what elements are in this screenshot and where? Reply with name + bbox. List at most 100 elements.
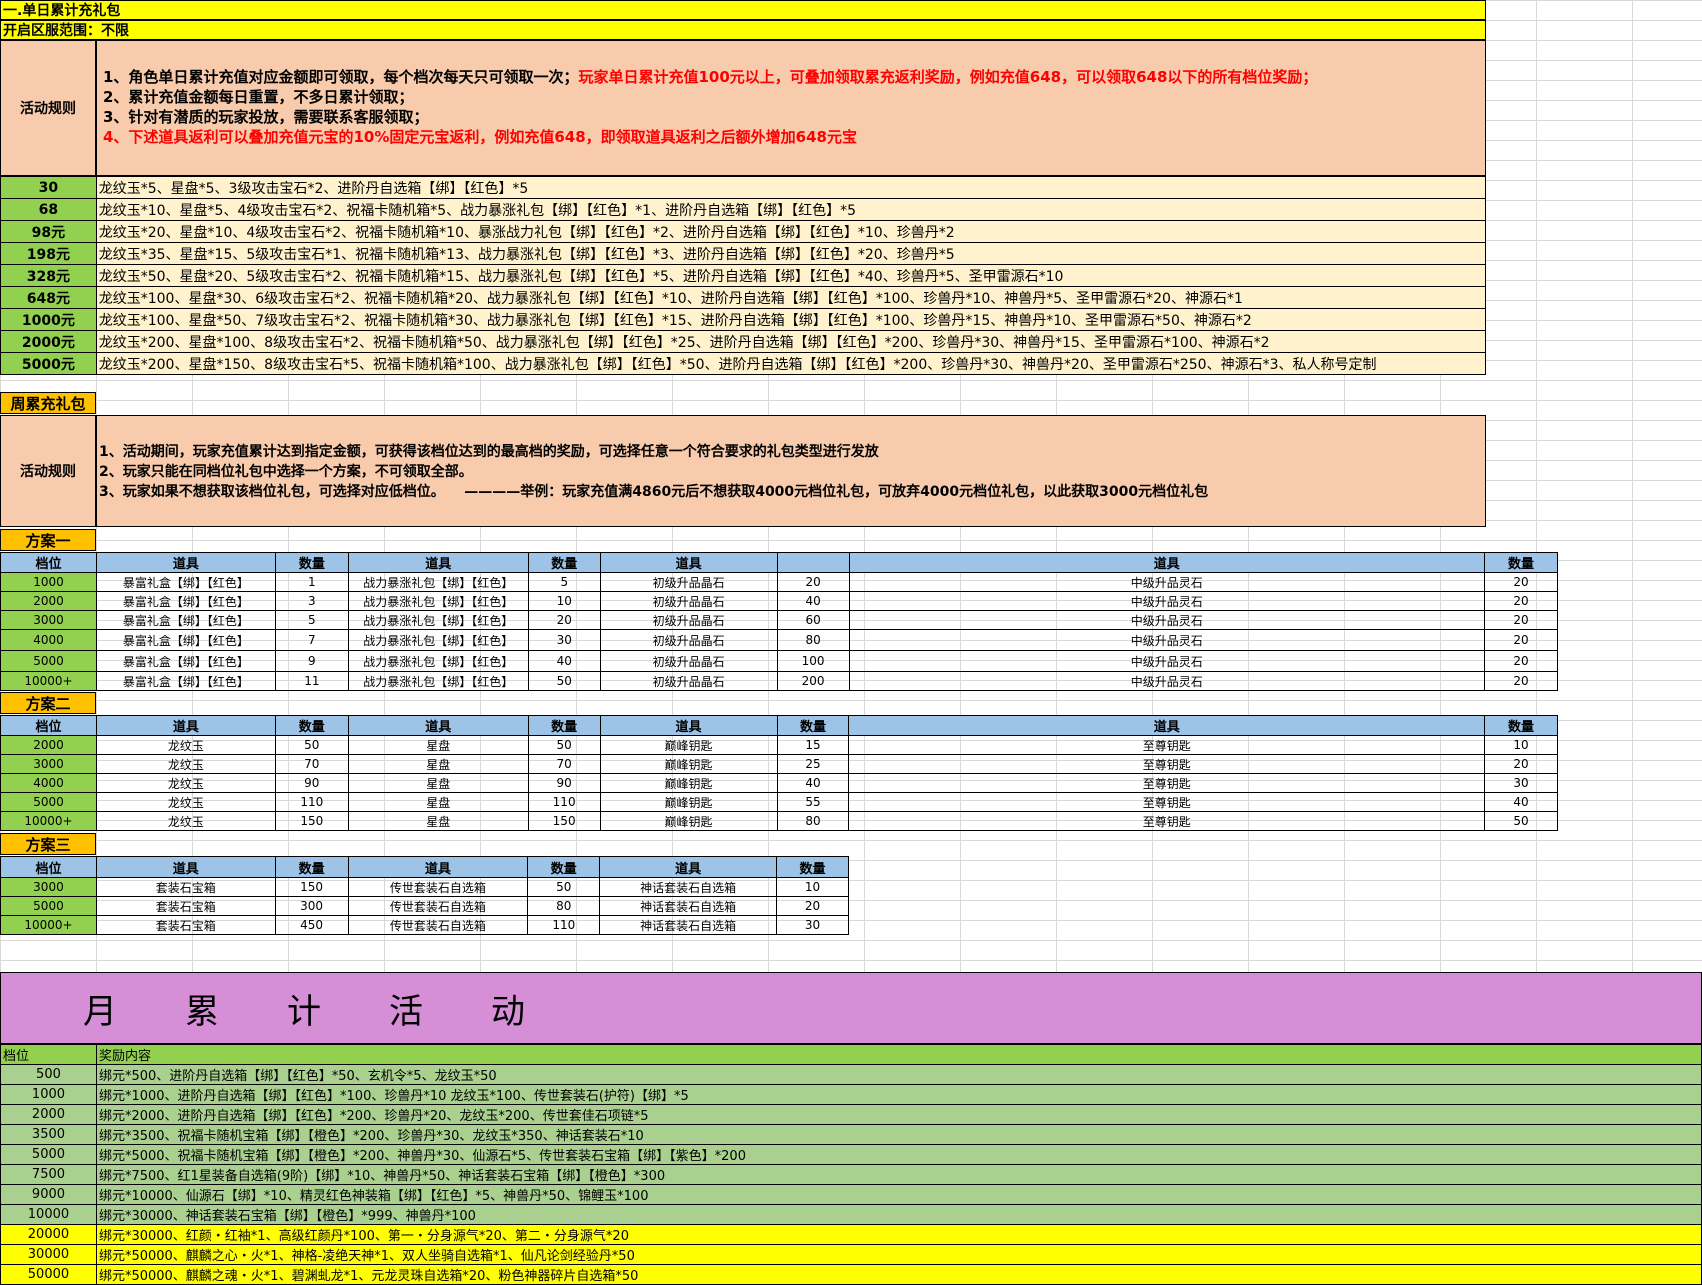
table-cell[interactable]: 110 <box>527 792 601 812</box>
tier-level[interactable]: 98元 <box>0 220 97 243</box>
table-cell[interactable]: 10 <box>1483 735 1559 755</box>
tier-level[interactable]: 5000元 <box>0 352 97 375</box>
month-reward[interactable]: 绑元*2000、进阶丹自选箱【绑】【红色】*200、珍兽丹*20、龙纹玉*200… <box>95 1104 1702 1125</box>
table-cell[interactable]: 50 <box>1483 811 1559 831</box>
tier-level[interactable]: 30 <box>0 176 97 199</box>
table-cell[interactable]: 套装石宝箱 <box>95 915 276 935</box>
table-cell[interactable]: 战力暴涨礼包【绑】【红色】 <box>347 572 529 592</box>
table-cell[interactable]: 100 <box>776 650 850 672</box>
table-cell[interactable]: 4000 <box>0 629 97 651</box>
table-cell[interactable]: 80 <box>776 629 850 651</box>
table-cell[interactable]: 套装石宝箱 <box>95 877 276 897</box>
table-cell[interactable]: 25 <box>776 754 850 774</box>
section1-title[interactable]: 一.单日累计充礼包 <box>0 0 1486 20</box>
tier-reward[interactable]: 龙纹玉*5、星盘*5、3级攻击宝石*2、进阶丹自选箱【绑】【红色】*5 <box>95 176 1487 199</box>
tier-level[interactable]: 648元 <box>0 286 97 309</box>
month-level[interactable]: 50000 <box>0 1264 97 1285</box>
table-cell[interactable]: 20 <box>1483 629 1559 651</box>
table-cell[interactable]: 中级升品灵石 <box>848 610 1485 630</box>
tier-reward[interactable]: 龙纹玉*10、星盘*5、4级攻击宝石*2、祝福卡随机箱*5、战力暴涨礼包【绑】【… <box>95 198 1487 221</box>
table-cell[interactable]: 1 <box>274 572 349 592</box>
table-cell[interactable]: 巅峰钥匙 <box>599 773 778 793</box>
table-cell[interactable]: 至尊钥匙 <box>848 735 1485 755</box>
table-cell[interactable]: 龙纹玉 <box>95 811 276 831</box>
table-cell[interactable]: 5000 <box>0 650 97 672</box>
table-cell[interactable]: 80 <box>776 811 850 831</box>
tier-level[interactable]: 68 <box>0 198 97 221</box>
table-cell[interactable]: 40 <box>1483 792 1559 812</box>
table-cell[interactable]: 至尊钥匙 <box>848 773 1485 793</box>
table-cell[interactable]: 10 <box>776 877 849 897</box>
table-cell[interactable]: 星盘 <box>347 792 529 812</box>
month-reward[interactable]: 绑元*1000、进阶丹自选箱【绑】【红色】*100、珍兽丹*10 龙纹玉*100… <box>95 1084 1702 1105</box>
table-cell[interactable]: 中级升品灵石 <box>848 629 1485 651</box>
table-cell[interactable]: 战力暴涨礼包【绑】【红色】 <box>347 629 529 651</box>
tier-level[interactable]: 2000元 <box>0 330 97 353</box>
table-cell[interactable]: 450 <box>274 915 349 935</box>
table-cell[interactable]: 传世套装石自选箱 <box>347 915 529 935</box>
table-cell[interactable]: 70 <box>527 754 601 774</box>
month-level[interactable]: 2000 <box>0 1104 97 1125</box>
table-cell[interactable]: 110 <box>527 915 601 935</box>
month-reward[interactable]: 绑元*5000、祝福卡随机宝箱【绑】【橙色】*200、神兽丹*30、仙源石*5、… <box>95 1144 1702 1165</box>
table-cell[interactable]: 15 <box>776 735 850 755</box>
table-cell[interactable]: 至尊钥匙 <box>848 811 1485 831</box>
table-cell[interactable]: 中级升品灵石 <box>848 572 1485 592</box>
table-cell[interactable]: 4000 <box>0 773 97 793</box>
table-cell[interactable]: 80 <box>527 896 601 916</box>
table-cell[interactable]: 5000 <box>0 896 97 916</box>
table-cell[interactable]: 30 <box>776 915 849 935</box>
table-cell[interactable]: 20 <box>1483 754 1559 774</box>
table-cell[interactable]: 星盘 <box>347 735 529 755</box>
table-cell[interactable]: 初级升品晶石 <box>599 610 778 630</box>
table-cell[interactable]: 3000 <box>0 610 97 630</box>
month-reward[interactable]: 绑元*50000、麒麟之心・火*1、神格-凌绝天神*1、双人坐骑自选箱*1、仙凡… <box>95 1244 1702 1265</box>
table-cell[interactable]: 20 <box>1483 671 1559 691</box>
table-cell[interactable]: 战力暴涨礼包【绑】【红色】 <box>347 591 529 611</box>
table-cell[interactable]: 5000 <box>0 792 97 812</box>
table-cell[interactable]: 初级升品晶石 <box>599 572 778 592</box>
plan2-title[interactable]: 方案二 <box>0 692 96 714</box>
table-cell[interactable]: 150 <box>274 811 349 831</box>
table-cell[interactable]: 初级升品晶石 <box>599 629 778 651</box>
table-cell[interactable]: 初级升品晶石 <box>599 671 778 691</box>
table-cell[interactable]: 70 <box>274 754 349 774</box>
table-cell[interactable]: 暴富礼盒【绑】【红色】 <box>95 591 276 611</box>
month-level[interactable]: 5000 <box>0 1144 97 1165</box>
section1-rules[interactable]: 1、角色单日累计充值对应金额即可领取，每个档次每天只可领取一次；玩家单日累计充值… <box>96 40 1486 176</box>
table-cell[interactable]: 中级升品灵石 <box>848 671 1485 691</box>
table-cell[interactable]: 50 <box>274 735 349 755</box>
table-cell[interactable]: 神话套装石自选箱 <box>599 896 778 916</box>
tier-reward[interactable]: 龙纹玉*200、星盘*150、8级攻击宝石*5、祝福卡随机箱*100、战力暴涨礼… <box>95 352 1487 375</box>
table-cell[interactable]: 暴富礼盒【绑】【红色】 <box>95 572 276 592</box>
table-cell[interactable]: 1000 <box>0 572 97 592</box>
month-reward[interactable]: 绑元*7500、红1星装备自选箱(9阶)【绑】*10、神兽丹*50、神话套装石宝… <box>95 1164 1702 1185</box>
table-cell[interactable]: 星盘 <box>347 773 529 793</box>
table-cell[interactable]: 30 <box>527 629 601 651</box>
table-cell[interactable]: 5 <box>527 572 601 592</box>
table-cell[interactable]: 战力暴涨礼包【绑】【红色】 <box>347 671 529 691</box>
table-cell[interactable]: 龙纹玉 <box>95 735 276 755</box>
table-cell[interactable]: 50 <box>527 671 601 691</box>
table-cell[interactable]: 3000 <box>0 877 97 897</box>
table-cell[interactable]: 150 <box>274 877 349 897</box>
tier-reward[interactable]: 龙纹玉*200、星盘*100、8级攻击宝石*2、祝福卡随机箱*50、战力暴涨礼包… <box>95 330 1487 353</box>
table-cell[interactable]: 60 <box>776 610 850 630</box>
table-cell[interactable]: 星盘 <box>347 754 529 774</box>
month-level[interactable]: 3500 <box>0 1124 97 1145</box>
month-reward[interactable]: 绑元*30000、红颜・红袖*1、高级红颜丹*100、第一・分身源气*20、第二… <box>95 1224 1702 1245</box>
table-cell[interactable]: 110 <box>274 792 349 812</box>
month-level[interactable]: 30000 <box>0 1244 97 1265</box>
table-cell[interactable]: 巅峰钥匙 <box>599 754 778 774</box>
table-cell[interactable]: 龙纹玉 <box>95 773 276 793</box>
table-cell[interactable]: 星盘 <box>347 811 529 831</box>
table-cell[interactable]: 巅峰钥匙 <box>599 792 778 812</box>
table-cell[interactable]: 300 <box>274 896 349 916</box>
table-cell[interactable]: 巅峰钥匙 <box>599 811 778 831</box>
table-cell[interactable]: 传世套装石自选箱 <box>347 877 529 897</box>
table-cell[interactable]: 3 <box>274 591 349 611</box>
table-cell[interactable]: 55 <box>776 792 850 812</box>
table-cell[interactable]: 7 <box>274 629 349 651</box>
table-cell[interactable]: 初级升品晶石 <box>599 591 778 611</box>
table-cell[interactable]: 传世套装石自选箱 <box>347 896 529 916</box>
